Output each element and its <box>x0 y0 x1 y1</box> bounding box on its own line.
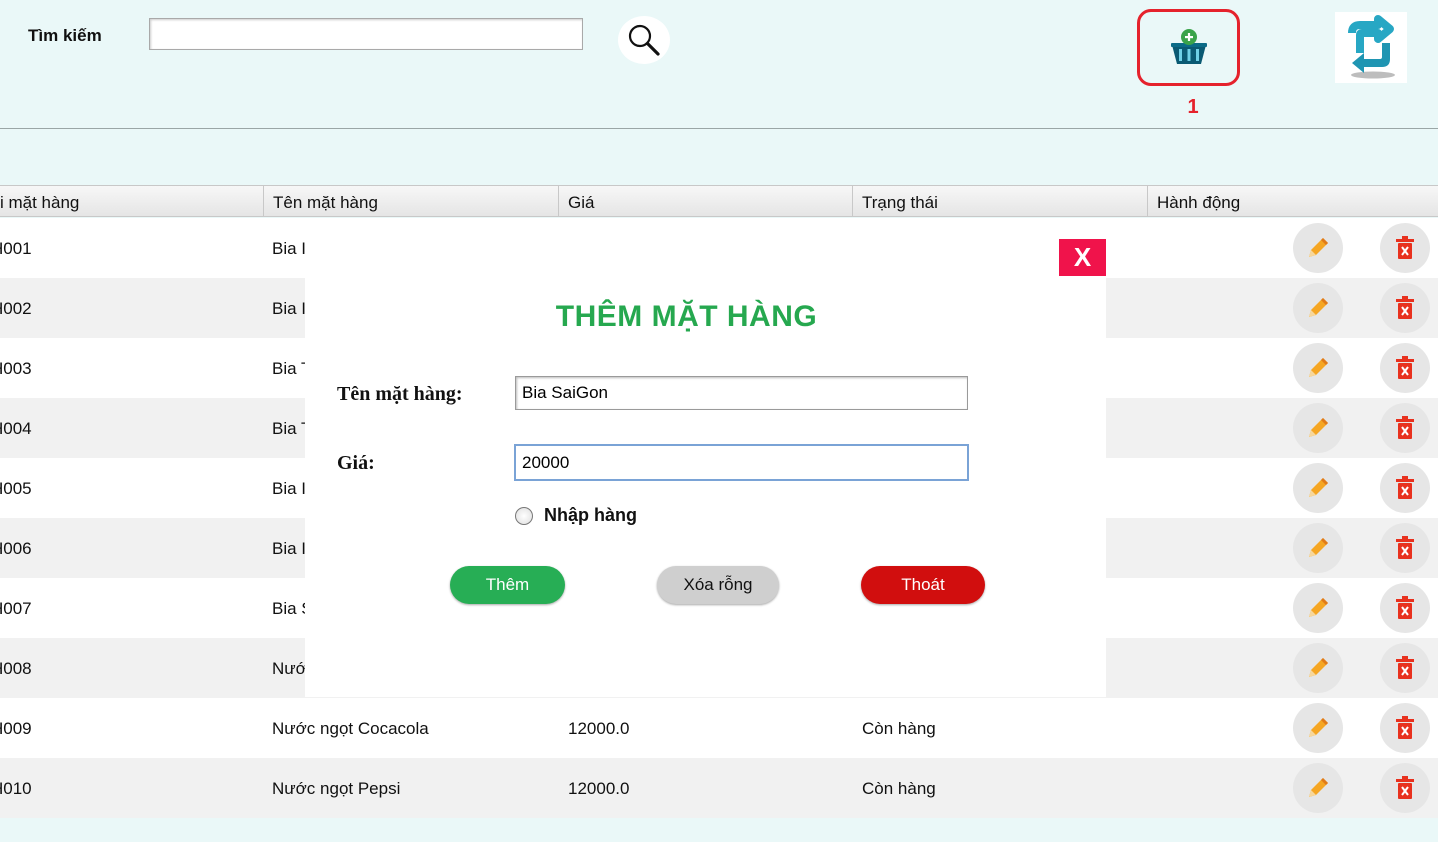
close-button[interactable]: X <box>1059 239 1106 276</box>
cell-id: H003 <box>0 359 32 378</box>
column-header-actions: Hành động <box>1157 193 1241 212</box>
pencil-icon <box>1309 418 1328 437</box>
delete-button[interactable] <box>1380 463 1430 513</box>
add-to-basket-button[interactable] <box>1137 9 1240 86</box>
cell-price: 12000.0 <box>568 779 630 798</box>
edit-button[interactable] <box>1293 643 1343 693</box>
edit-button[interactable] <box>1293 283 1343 333</box>
product-name-label: Tên mặt hàng: <box>337 383 463 405</box>
delete-button[interactable] <box>1380 703 1430 753</box>
toolbar: Tìm kiếm 1 <box>0 0 1438 129</box>
trash-icon <box>1396 776 1414 799</box>
search-input[interactable] <box>149 18 583 50</box>
trash-icon <box>1396 356 1414 379</box>
trash-icon <box>1396 716 1414 739</box>
delete-button[interactable] <box>1380 403 1430 453</box>
delete-button[interactable] <box>1380 583 1430 633</box>
delete-button[interactable] <box>1380 763 1430 813</box>
cell-status: Còn hàng <box>862 719 936 738</box>
trash-icon <box>1396 476 1414 499</box>
add-product-dialog: X THÊM MẶT HÀNG Tên mặt hàng: Giá: Nhập … <box>305 218 1106 697</box>
pencil-icon <box>1309 478 1328 497</box>
column-header-price[interactable]: Giá <box>559 186 853 217</box>
cell-status: Còn hàng <box>862 779 936 798</box>
edit-button[interactable] <box>1293 403 1343 453</box>
refresh-icon <box>1348 14 1395 78</box>
price-field[interactable] <box>514 444 969 481</box>
edit-button[interactable] <box>1293 223 1343 273</box>
pencil-icon <box>1309 298 1328 317</box>
delete-button[interactable] <box>1380 343 1430 393</box>
table-row[interactable]: H010 Nước ngọt Pepsi 12000.0 Còn hàng <box>0 758 1438 818</box>
stock-radio-label: Nhập hàng <box>544 505 637 525</box>
search-button[interactable] <box>618 16 670 64</box>
pencil-icon <box>1309 658 1328 677</box>
column-header-status[interactable]: Trạng thái <box>853 186 1148 217</box>
refresh-button[interactable] <box>1335 12 1407 83</box>
edit-button[interactable] <box>1293 523 1343 573</box>
dialog-title: THÊM MẶT HÀNG <box>555 300 818 333</box>
cell-price: 12000.0 <box>568 719 630 738</box>
delete-button[interactable] <box>1380 283 1430 333</box>
edit-button[interactable] <box>1293 343 1343 393</box>
trash-icon <box>1396 296 1414 319</box>
column-header-name[interactable]: Tên mặt hàng <box>264 186 559 217</box>
trash-icon <box>1396 236 1414 259</box>
cell-id: H007 <box>0 599 32 618</box>
edit-button[interactable] <box>1293 763 1343 813</box>
cell-id: H001 <box>0 239 32 258</box>
basket-count-badge: 1 <box>1187 96 1199 118</box>
cell-id: H008 <box>0 659 32 678</box>
cell-id: H004 <box>0 419 32 438</box>
table-row[interactable]: H009 Nước ngọt Cocacola 12000.0 Còn hàng <box>0 698 1438 758</box>
cell-id: H010 <box>0 779 32 798</box>
search-icon <box>628 24 660 56</box>
pencil-icon <box>1309 598 1328 617</box>
stock-radio[interactable] <box>515 506 533 525</box>
table-header: i mặt hàng Tên mặt hàng Giá Trạng thái H… <box>0 185 1438 217</box>
cell-id: H009 <box>0 719 32 738</box>
trash-icon <box>1396 596 1414 619</box>
edit-button[interactable] <box>1293 583 1343 633</box>
pencil-icon <box>1309 538 1328 557</box>
pencil-icon <box>1309 718 1328 737</box>
pencil-icon <box>1309 778 1328 797</box>
cell-id: H005 <box>0 479 32 498</box>
delete-button[interactable] <box>1380 523 1430 573</box>
clear-button[interactable]: Xóa rỗng <box>657 566 779 604</box>
pencil-icon <box>1309 238 1328 257</box>
stock-radio-option[interactable]: Nhập hàng <box>515 505 637 526</box>
add-button[interactable]: Thêm <box>450 566 565 604</box>
exit-button[interactable]: Thoát <box>861 566 985 604</box>
cell-id: H006 <box>0 539 32 558</box>
basket-add-icon <box>1170 28 1207 64</box>
search-label: Tìm kiếm <box>28 26 102 45</box>
price-label: Giá: <box>337 452 375 474</box>
delete-button[interactable] <box>1380 223 1430 273</box>
delete-button[interactable] <box>1380 643 1430 693</box>
pencil-icon <box>1309 358 1328 377</box>
trash-icon <box>1396 656 1414 679</box>
product-name-field[interactable] <box>515 376 968 410</box>
edit-button[interactable] <box>1293 463 1343 513</box>
edit-button[interactable] <box>1293 703 1343 753</box>
cell-name: Nước ngọt Cocacola <box>272 719 429 738</box>
trash-icon <box>1396 416 1414 439</box>
cell-name: Nước ngọt Pepsi <box>272 779 401 798</box>
cell-id: H002 <box>0 299 32 318</box>
trash-icon <box>1396 536 1414 559</box>
column-header-id[interactable]: i mặt hàng <box>0 186 264 217</box>
